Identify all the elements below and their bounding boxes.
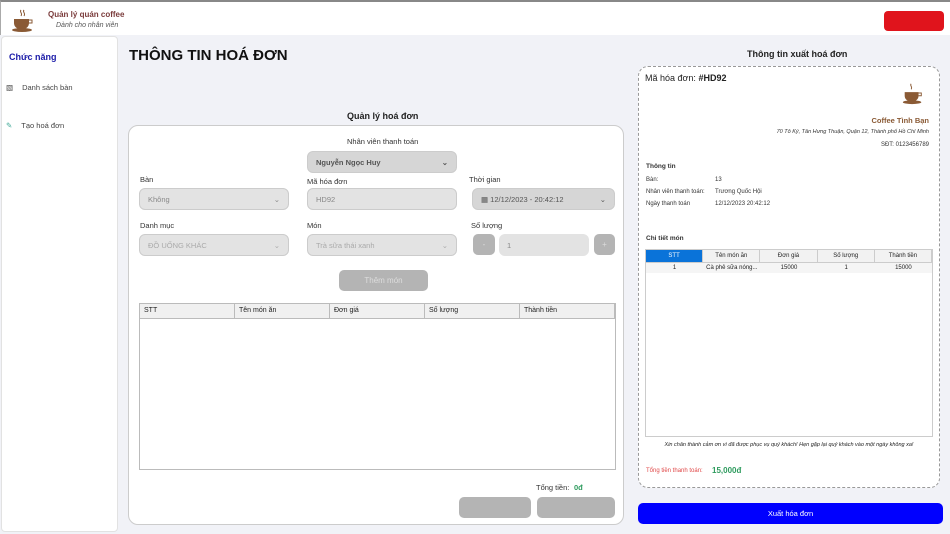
chevron-down-icon: ⌄ [441, 240, 448, 250]
chevron-down-icon: ⌄ [273, 240, 280, 250]
invoice-total-label: Tổng tiền thanh toán: [646, 468, 703, 474]
category-label: Danh mục [140, 221, 175, 230]
order-table: STT Tên món ăn Đơn giá Số lượng Thành ti… [139, 303, 616, 470]
invoice-preview-title: Thông tin xuất hoá đơn [747, 49, 848, 59]
shop-address: 70 Tô Ký, Tân Hưng Thuận, Quận 12, Thành… [776, 129, 929, 135]
info-date-value: 12/12/2023 20:42:12 [715, 201, 771, 207]
item-value: Trà sữa thái xanh [316, 240, 375, 250]
order-table-header: STT Tên món ăn Đơn giá Số lượng Thành ti… [140, 304, 615, 319]
edit-icon: ✎ [6, 121, 13, 130]
invoice-table-header: STT Tên món ăn Đơn giá Số lượng Thành ti… [646, 250, 933, 263]
sidebar: Chức năng ▧ Danh sách bàn ✎ Tạo hoá đơn [1, 36, 118, 532]
app-header: Quản lý quán coffee Dành cho nhân viên [0, 0, 950, 35]
cell: Cà phê sữa nóng... [703, 263, 761, 273]
app-title: Quản lý quán coffee [48, 10, 125, 19]
table-label: Bàn [140, 175, 154, 184]
table-list-icon: ▧ [6, 83, 14, 92]
category-select[interactable]: ĐỒ UỐNG KHÁC ⌄ [139, 234, 289, 256]
item-select[interactable]: Trà sữa thái xanh ⌄ [307, 234, 457, 256]
invoice-code-input[interactable]: HD92 [307, 188, 457, 210]
info-table-label: Bàn: [646, 177, 659, 183]
shop-name: Coffee Tình Bạn [871, 116, 930, 125]
cell: 1 [646, 263, 704, 273]
item-label: Món [307, 221, 322, 230]
chevron-down-icon: ⌄ [441, 157, 448, 167]
coffee-cup-logo-icon [12, 9, 33, 32]
column-header[interactable]: Số lượng [817, 250, 875, 263]
invoice-manage-panel: Nhân viên thanh toán Nguyễn Ngọc Huy ⌄ Bà… [128, 125, 624, 525]
chevron-down-icon: ⌄ [599, 194, 606, 204]
calendar-icon: ▦ [481, 194, 491, 204]
qty-plus-button[interactable]: + [594, 234, 615, 255]
qty-value: 1 [507, 240, 512, 250]
qty-label: Số lượng [471, 221, 503, 230]
cell: 15000 [760, 263, 818, 273]
column-header[interactable]: Tên món ăn [703, 250, 761, 263]
page-title: THÔNG TIN HOÁ ĐƠN [129, 47, 288, 64]
column-header[interactable]: Thành tiền [874, 250, 933, 263]
coffee-cup-icon [902, 83, 922, 105]
info-employee-value: Trương Quốc Hội [715, 189, 762, 195]
invoice-code-value: HD92 [316, 194, 336, 204]
invoice-code-label: Mã hóa đơn: [645, 73, 696, 83]
export-invoice-button[interactable]: Xuất hóa đơn [638, 503, 943, 524]
thanks-message: Xin chân thành cảm ơn vì đã được phục vụ… [664, 442, 914, 448]
column-header[interactable]: STT [646, 250, 704, 263]
time-label: Thời gian [469, 175, 501, 184]
employee-select[interactable]: Nguyễn Ngọc Huy ⌄ [307, 151, 457, 173]
sidebar-item-label: Danh sách bàn [22, 83, 73, 92]
sidebar-heading: Chức năng [9, 52, 57, 62]
manage-title: Quản lý hoá đơn [347, 111, 419, 121]
info-date-label: Ngày thanh toán [646, 201, 691, 207]
column-header: Số lượng [425, 304, 520, 318]
time-value: 12/12/2023 - 20:42:12 [490, 194, 564, 204]
total-value: 0đ [574, 483, 583, 492]
add-item-button[interactable]: Thêm món [339, 270, 428, 291]
cell: 1 [817, 263, 875, 273]
invoice-total-value: 15,000đ [712, 466, 742, 475]
invoice-items-table: STT Tên món ăn Đơn giá Số lượng Thành ti… [645, 249, 933, 437]
column-header: Tên món ăn [235, 304, 330, 318]
back-button[interactable] [884, 11, 944, 31]
column-header[interactable]: Đơn giá [760, 250, 818, 263]
column-header: Thành tiền [520, 304, 615, 318]
category-value: ĐỒ UỐNG KHÁC [148, 240, 207, 250]
sidebar-item-create-invoice[interactable]: ✎ Tạo hoá đơn [6, 121, 64, 130]
employee-value: Nguyễn Ngọc Huy [316, 157, 381, 167]
app-subtitle: Dành cho nhân viên [56, 22, 119, 29]
sidebar-item-label: Tạo hoá đơn [21, 121, 65, 130]
total-label: Tổng tiền: [536, 483, 570, 492]
column-header: STT [140, 304, 235, 318]
qty-input[interactable]: 1 [499, 234, 589, 256]
time-picker[interactable]: ▦ 12/12/2023 - 20:42:12 ⌄ [472, 188, 615, 210]
table-select[interactable]: Không ⌄ [139, 188, 289, 210]
qty-minus-button[interactable]: - [473, 234, 495, 255]
shop-phone: SĐT: 0123456789 [880, 142, 929, 148]
detail-heading: Chi tiết món [646, 235, 684, 242]
info-employee-label: Nhân viên thanh toán: [646, 189, 705, 195]
sidebar-item-table-list[interactable]: ▧ Danh sách bàn [6, 83, 73, 92]
cell: 15000 [874, 263, 933, 273]
invoice-code-value: #HD92 [698, 73, 727, 83]
invoice-preview: Mã hóa đơn: #HD92 Coffee Tình Bạn 70 Tô … [638, 66, 940, 488]
table-row[interactable]: 1 Cà phê sữa nóng... 15000 1 15000 [646, 263, 933, 273]
info-heading: Thông tin [646, 163, 676, 170]
employee-label: Nhân viên thanh toán [347, 137, 419, 146]
info-table-value: 13 [715, 177, 722, 183]
chevron-down-icon: ⌄ [273, 194, 280, 204]
cancel-button[interactable] [459, 497, 531, 518]
invoice-code: Mã hóa đơn: #HD92 [645, 73, 726, 83]
save-button[interactable] [537, 497, 615, 518]
invoice-code-label: Mã hóa đơn [307, 177, 348, 186]
table-value: Không [148, 194, 170, 204]
column-header: Đơn giá [330, 304, 425, 318]
